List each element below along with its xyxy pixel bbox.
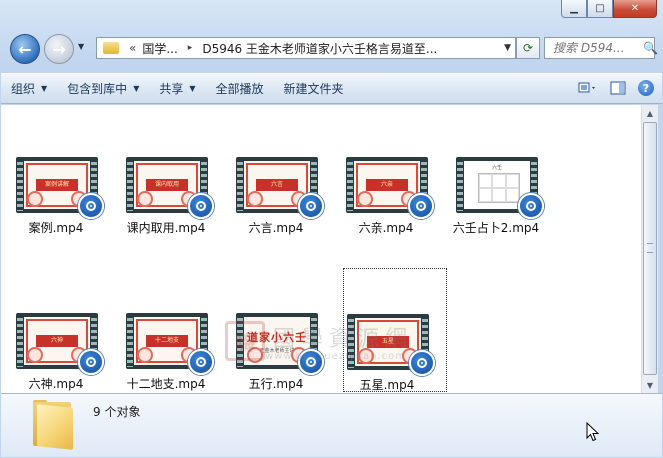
scroll-up-icon[interactable]: ▲ — [642, 105, 658, 121]
breadcrumb-item[interactable]: 国学... — [142, 40, 177, 57]
media-player-icon — [518, 193, 544, 219]
share-menu[interactable]: 共享 ▼ — [149, 77, 205, 101]
organize-menu[interactable]: 组织 ▼ — [1, 77, 57, 101]
file-name: 六神.mp4 — [28, 377, 84, 391]
play-all-button[interactable]: 全部播放 — [206, 77, 274, 101]
video-thumbnail: 课内取用 — [126, 157, 214, 219]
thumb-caption: 案例讲解 — [36, 179, 78, 191]
breadcrumb-current[interactable]: D5946 王金木老师道家小六壬格言易道至... — [202, 40, 437, 57]
chevron-down-icon: ▼ — [133, 84, 140, 93]
recent-pages-button[interactable]: ▼ — [78, 42, 90, 54]
breadcrumb-separator-icon[interactable]: ▸ — [188, 43, 193, 53]
media-player-icon — [298, 193, 324, 219]
close-button[interactable]: ✕ — [613, 0, 657, 18]
file-name: 案例.mp4 — [28, 221, 84, 235]
video-thumbnail: 六言 — [236, 157, 324, 219]
thumb-caption: 六壬 — [491, 165, 502, 171]
preview-pane-button[interactable] — [608, 78, 628, 98]
media-player-icon — [298, 349, 324, 375]
file-name: 六言.mp4 — [248, 221, 304, 235]
organize-label: 组织 — [11, 82, 36, 96]
media-player-icon — [188, 193, 214, 219]
file-name: 十二地支.mp4 — [126, 377, 206, 391]
minimize-button[interactable]: ▁ — [561, 0, 587, 18]
share-label: 共享 — [159, 82, 184, 96]
explorer-window: ▁ □ ✕ ← → ▼ « 国学... ▸ D5946 王金木老师道家小六壬格言… — [0, 0, 663, 458]
file-name: 六亲.mp4 — [358, 221, 414, 235]
refresh-button[interactable]: ⟳ — [516, 37, 540, 59]
file-item[interactable]: 案例讲解 案例.mp4 — [4, 157, 108, 279]
new-folder-button[interactable]: 新建文件夹 — [274, 77, 354, 101]
thumb-caption: 六言 — [256, 179, 298, 191]
media-player-icon — [188, 349, 214, 375]
scroll-down-icon[interactable]: ▼ — [642, 377, 658, 393]
view-icon — [578, 82, 595, 93]
video-thumbnail: 十二地支 — [126, 313, 214, 375]
details-pane: 9 个对象 — [1, 393, 662, 457]
video-thumbnail: 六神 — [16, 313, 104, 375]
media-player-icon — [78, 349, 104, 375]
video-thumbnail: 六亲 — [346, 157, 434, 219]
thumb-caption: 课内取用 — [146, 179, 188, 191]
chevron-down-icon: ▼ — [189, 84, 196, 93]
thumb-caption: 十二地支 — [146, 335, 188, 347]
chevron-down-icon: ▼ — [41, 84, 48, 93]
help-button[interactable]: ? — [638, 80, 654, 96]
file-name: 五行.mp4 — [248, 377, 304, 391]
play-all-label: 全部播放 — [215, 82, 264, 96]
video-thumbnail: 案例讲解 — [16, 157, 104, 219]
search-icon[interactable]: 🔍 — [643, 41, 658, 55]
file-list[interactable]: 案例讲解 案例.mp4 课内取用 课内取用.mp4 六言 六言.mp4 六亲 六… — [1, 105, 641, 393]
mouse-pointer-icon — [586, 422, 600, 442]
preview-pane-icon — [610, 81, 626, 95]
media-player-icon — [409, 350, 435, 376]
back-button[interactable]: ← — [10, 34, 40, 64]
file-name: 课内取用.mp4 — [126, 221, 206, 235]
video-thumbnail: 道家小六壬 王金木老师主讲 — [236, 313, 324, 375]
folder-icon — [103, 42, 119, 54]
toolbar-right: ? — [578, 78, 654, 98]
scroll-thumb[interactable] — [643, 122, 657, 375]
thumb-caption: 六神 — [36, 335, 78, 347]
command-bar: 组织 ▼ 包含到库中 ▼ 共享 ▼ 全部播放 新建文件夹 ? — [1, 73, 662, 104]
back-arrow-icon: ← — [18, 39, 32, 59]
new-folder-label: 新建文件夹 — [283, 82, 344, 96]
navigation-bar: ← → ▼ « 国学... ▸ D5946 王金木老师道家小六壬格言易道至...… — [6, 34, 658, 64]
maximize-button[interactable]: □ — [587, 0, 613, 18]
media-player-icon — [408, 193, 434, 219]
search-input[interactable] — [551, 40, 641, 56]
file-item[interactable]: 六壬 六壬占卜2.mp4 — [444, 157, 548, 279]
thumb-title: 道家小六壬 — [247, 331, 307, 344]
grip-icon — [647, 243, 653, 253]
file-name: 六壬占卜2.mp4 — [452, 221, 540, 235]
include-in-library-label: 包含到库中 — [67, 82, 128, 96]
thumb-caption: 六亲 — [366, 179, 408, 191]
vertical-scrollbar[interactable]: ▲ ▼ — [641, 105, 658, 393]
view-options-button[interactable] — [578, 78, 598, 98]
video-thumbnail: 五星 — [347, 314, 435, 376]
refresh-icon: ⟳ — [522, 41, 534, 55]
address-bar[interactable]: « 国学... ▸ D5946 王金木老师道家小六壬格言易道至... ▼ — [96, 37, 516, 59]
caption-buttons: ▁ □ ✕ — [561, 0, 657, 18]
thumb-caption: 五星 — [367, 336, 409, 348]
file-item[interactable]: 六亲 六亲.mp4 — [334, 157, 438, 279]
file-item[interactable]: 六言 六言.mp4 — [224, 157, 328, 279]
item-count: 9 个对象 — [93, 405, 141, 419]
file-item-selected[interactable]: 五星 五星.mp4 — [343, 268, 447, 392]
file-item[interactable]: 课内取用 课内取用.mp4 — [114, 157, 218, 279]
forward-arrow-icon: → — [52, 39, 66, 59]
video-thumbnail: 六壬 — [456, 157, 544, 219]
media-player-icon — [78, 193, 104, 219]
include-in-library-menu[interactable]: 包含到库中 ▼ — [57, 77, 149, 101]
address-dropdown-icon[interactable]: ▼ — [504, 43, 511, 53]
search-box: 🔍 — [544, 37, 658, 59]
file-name: 五星.mp4 — [359, 378, 415, 392]
folder-icon — [29, 400, 75, 450]
breadcrumb-overflow[interactable]: « — [129, 41, 136, 55]
help-icon: ? — [642, 81, 650, 95]
forward-button[interactable]: → — [44, 34, 74, 64]
